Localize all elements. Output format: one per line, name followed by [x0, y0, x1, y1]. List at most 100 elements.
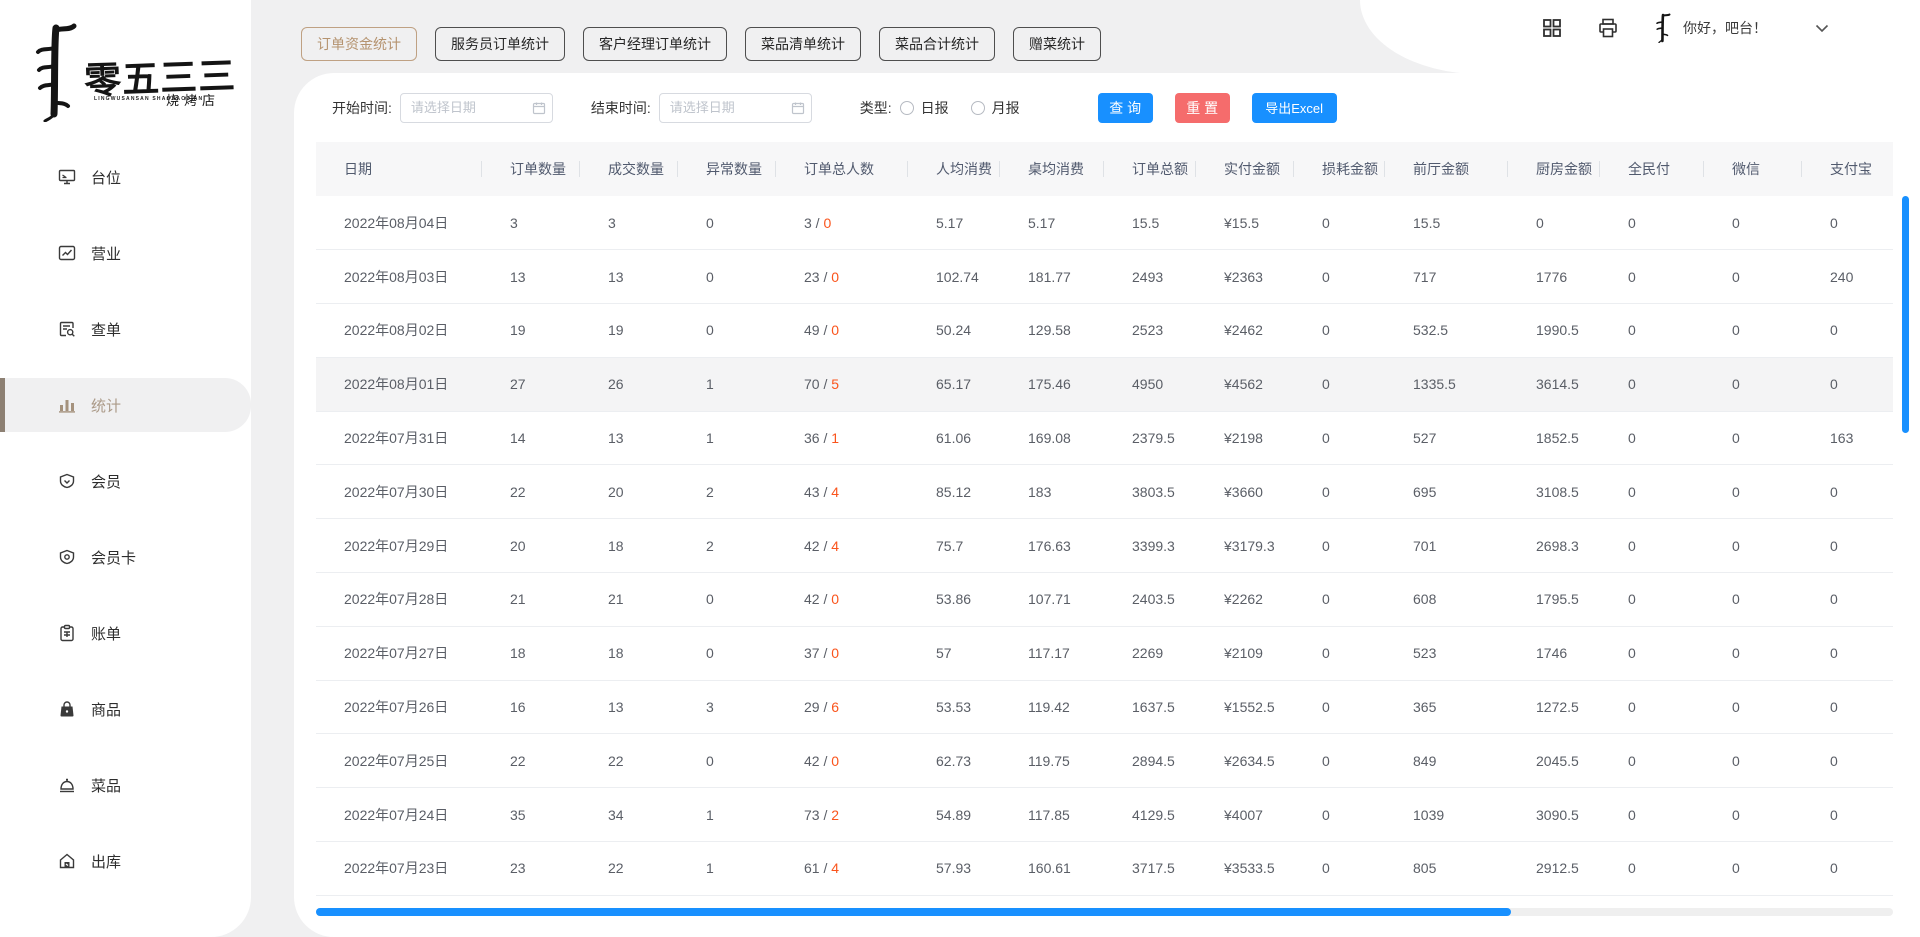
end-date-input[interactable]	[659, 93, 812, 123]
table-cell: 0	[1294, 357, 1385, 411]
sidebar-item-shangpin[interactable]: 商品	[0, 682, 251, 736]
table-cell: 3399.3	[1104, 519, 1196, 573]
export-excel-button[interactable]: 导出Excel	[1252, 93, 1337, 123]
table-cell: 117.85	[1000, 788, 1104, 842]
goods-bag-icon	[58, 700, 76, 718]
table-cell: 2698.3	[1508, 519, 1600, 573]
sidebar-item-tongji[interactable]: 统计	[0, 378, 251, 432]
people-count-cell: 42 / 4	[776, 519, 908, 573]
date-cell: 2022年07月23日	[316, 842, 482, 896]
abnormal-people-count: 4	[831, 538, 839, 554]
table-cell: 129.58	[1000, 304, 1104, 358]
table-cell: 0	[1704, 680, 1802, 734]
table-cell: ¥1552.5	[1196, 680, 1294, 734]
sidebar-item-chuku[interactable]: 出库	[0, 834, 251, 888]
brand-subtitle: 烧烤店	[166, 90, 220, 109]
calligraphy-mark-icon	[32, 22, 78, 122]
table-cell: 0	[1600, 250, 1704, 304]
sidebar-item-label: 营业	[91, 243, 121, 264]
sidebar-item-label: 商品	[91, 699, 121, 720]
column-header: 日期	[316, 142, 482, 196]
sidebar-item-yingye[interactable]: 营业	[0, 226, 251, 280]
radio-circle-icon	[900, 101, 914, 115]
table-cell: 1272.5	[1508, 680, 1600, 734]
table-cell: 57.93	[908, 842, 1000, 896]
tab-account-manager-order-stats[interactable]: 客户经理订单统计	[583, 27, 727, 61]
table-cell: 57	[908, 626, 1000, 680]
table-cell: 175.46	[1000, 357, 1104, 411]
table-cell: 695	[1385, 465, 1508, 519]
search-button[interactable]: 查 询	[1098, 93, 1153, 123]
start-date-input[interactable]	[400, 93, 553, 123]
table-cell: 34	[580, 788, 678, 842]
table-cell: ¥15.5	[1196, 196, 1294, 250]
table-cell: 1776	[1508, 250, 1600, 304]
table-cell: 1039	[1385, 788, 1508, 842]
table-cell: 181.77	[1000, 250, 1104, 304]
people-count-cell: 3 / 0	[776, 196, 908, 250]
user-greeting: 你好，吧台！	[1683, 18, 1767, 38]
date-cell: 2022年08月01日	[316, 357, 482, 411]
horizontal-scrollbar-track	[316, 908, 1893, 916]
table-cell: 0	[1802, 680, 1893, 734]
printer-icon[interactable]	[1597, 17, 1619, 39]
table-cell: 0	[1294, 465, 1385, 519]
table-cell: 2379.5	[1104, 411, 1196, 465]
table-cell: ¥4007	[1196, 788, 1294, 842]
table-cell: 0	[1294, 788, 1385, 842]
sidebar-item-chadan[interactable]: 查单	[0, 302, 251, 356]
tab-order-funds-stats[interactable]: 订单资金统计	[301, 27, 417, 61]
table-cell: 0	[1802, 196, 1893, 250]
table-cell: 16	[482, 680, 580, 734]
vertical-scrollbar-thumb[interactable]	[1902, 196, 1909, 433]
radio-circle-icon	[971, 101, 985, 115]
table-row: 2022年07月24日3534173 / 254.89117.854129.5¥…	[316, 788, 1893, 842]
tab-dish-total-stats[interactable]: 菜品合计统计	[879, 27, 995, 61]
tab-gift-dish-stats[interactable]: 赠菜统计	[1013, 27, 1101, 61]
table-cell: 2	[678, 519, 776, 573]
table-cell: 117.17	[1000, 626, 1104, 680]
horizontal-scrollbar-thumb[interactable]	[316, 908, 1511, 916]
table-cell: 85.12	[908, 465, 1000, 519]
table-cell: 1	[678, 357, 776, 411]
table-cell: 0	[678, 734, 776, 788]
table-cell: 1637.5	[1104, 680, 1196, 734]
table-cell: 3	[580, 196, 678, 250]
column-header: 微信	[1704, 142, 1802, 196]
sidebar-item-caipin[interactable]: 菜品	[0, 758, 251, 812]
chevron-down-icon[interactable]	[1813, 19, 1831, 37]
table-cell: 0	[1704, 196, 1802, 250]
table-cell: 0	[678, 626, 776, 680]
table-cell: 0	[1704, 626, 1802, 680]
table-cell: 608	[1385, 573, 1508, 627]
date-cell: 2022年07月27日	[316, 626, 482, 680]
table-cell: 61.06	[908, 411, 1000, 465]
reset-button[interactable]: 重 置	[1175, 93, 1230, 123]
date-cell: 2022年07月28日	[316, 573, 482, 627]
sidebar-item-huiyuan[interactable]: 会员	[0, 454, 251, 508]
tab-dish-list-stats[interactable]: 菜品清单统计	[745, 27, 861, 61]
date-cell: 2022年07月25日	[316, 734, 482, 788]
sidebar-item-huiyuanka[interactable]: 会员卡	[0, 530, 251, 584]
people-count-cell: 49 / 0	[776, 304, 908, 358]
table-row: 2022年07月28日2121042 / 053.86107.712403.5¥…	[316, 573, 1893, 627]
sidebar-item-taiwei[interactable]: 台位	[0, 150, 251, 204]
table-cell: 0	[1294, 411, 1385, 465]
brand-logo: 零五三三 LINGWUSANSAN SHAOKAODIAN 烧烤店	[18, 10, 243, 128]
radio-daily[interactable]: 日报	[900, 98, 949, 118]
table-cell: 0	[1704, 250, 1802, 304]
table-cell: 4950	[1104, 357, 1196, 411]
table-cell: 35	[482, 788, 580, 842]
tab-waiter-order-stats[interactable]: 服务员订单统计	[435, 27, 565, 61]
table-cell: 717	[1385, 250, 1508, 304]
table-cell: 163	[1802, 411, 1893, 465]
sidebar-item-zhangdan[interactable]: 账单	[0, 606, 251, 660]
table-cell: 15.5	[1385, 196, 1508, 250]
table-row: 2022年07月23日2322161 / 457.93160.613717.5¥…	[316, 842, 1893, 896]
table-cell: 1990.5	[1508, 304, 1600, 358]
table-cell: 0	[1704, 788, 1802, 842]
stats-table: 日期订单数量成交数量异常数量订单总人数人均消费桌均消费订单总额实付金额损耗金额前…	[316, 142, 1893, 896]
table-cell: 13	[580, 250, 678, 304]
radio-monthly[interactable]: 月报	[971, 98, 1020, 118]
apps-grid-icon[interactable]	[1541, 17, 1563, 39]
